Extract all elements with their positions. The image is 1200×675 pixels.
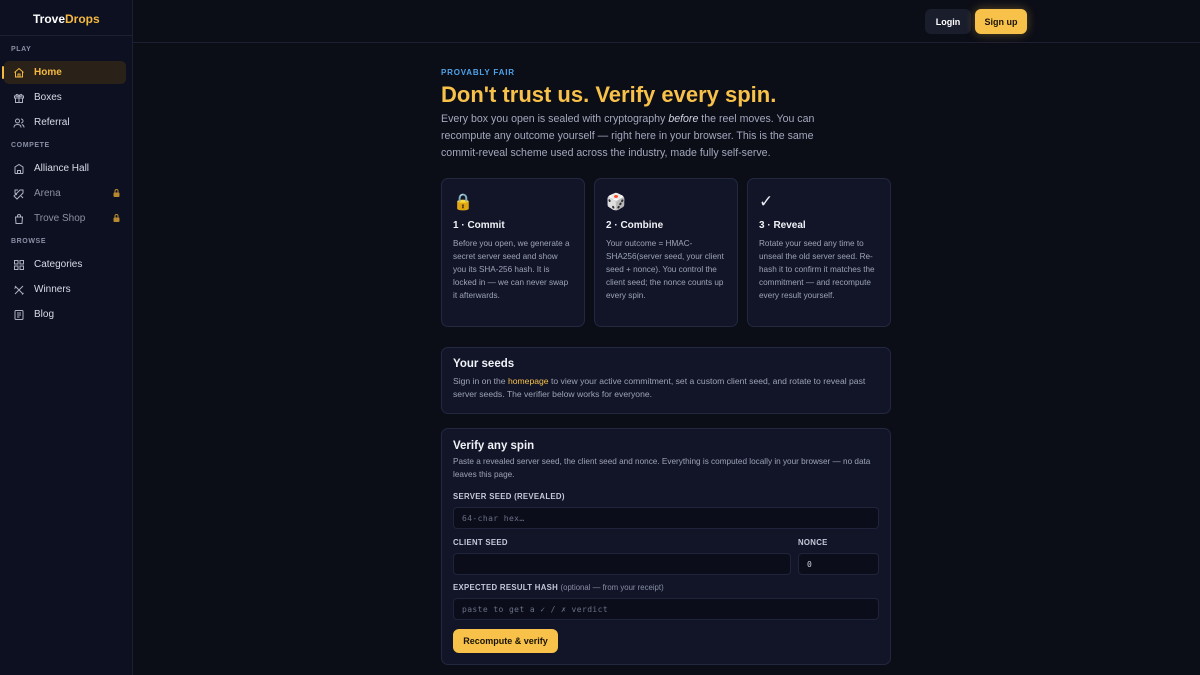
seeds-description: Sign in on the homepage to view your act… — [453, 375, 879, 401]
expected-hash-label-text: EXPECTED RESULT HASH — [453, 583, 559, 592]
sidebar-item-label: Winners — [34, 284, 71, 295]
shopping-bag-icon — [13, 213, 25, 225]
sidebar-item-label: Blog — [34, 309, 55, 320]
home-icon — [13, 67, 25, 79]
trophy-icon — [13, 284, 25, 296]
page-title: Don't trust us. Verify every spin. — [441, 82, 777, 107]
sidebar-item-arena[interactable]: Arena — [4, 182, 126, 205]
seeds-text-a: Sign in on the — [453, 376, 508, 386]
recompute-verify-button[interactable]: Recompute & verify — [453, 629, 558, 653]
sidebar-item-label: Categories — [34, 259, 83, 270]
homepage-link[interactable]: homepage — [508, 376, 549, 386]
intro-text-a: Every box you open is sealed with crypto… — [441, 113, 669, 125]
step-body: Rotate your seed any time to unseal the … — [759, 239, 875, 300]
your-seeds-panel: Your seeds Sign in on the homepage to vi… — [441, 347, 891, 414]
brand-logo[interactable]: TroveDrops — [0, 0, 132, 36]
sidebar-item-home[interactable]: Home — [2, 61, 126, 84]
login-button[interactable]: Login — [925, 9, 971, 34]
nonce-label: NONCE — [798, 538, 828, 547]
section-label-browse: BROWSE — [11, 238, 47, 245]
expected-hash-optional: (optional — from your receipt) — [560, 583, 664, 592]
sidebar-item-trove-shop[interactable]: Trove Shop — [4, 207, 126, 230]
lock-icon — [113, 214, 120, 222]
sidebar-item-label: Alliance Hall — [34, 163, 90, 174]
sidebar-item-label: Referral — [34, 117, 70, 128]
sidebar-item-label: Home — [34, 67, 62, 78]
step-body: Before you open, we generate a secret se… — [453, 239, 570, 300]
expected-hash-input[interactable]: paste to get a ✓ / ✗ verdict — [453, 598, 879, 620]
grid-icon — [13, 259, 25, 271]
client-seed-label: CLIENT SEED — [453, 538, 508, 547]
expected-hash-label: EXPECTED RESULT HASH (optional — from yo… — [453, 583, 664, 592]
sidebar-item-blog[interactable]: Blog — [4, 303, 126, 326]
sidebar-item-referral[interactable]: Referral — [4, 111, 126, 134]
step-title: 3 · Reveal — [759, 220, 806, 231]
dice-icon: 🎲 — [606, 194, 626, 211]
server-seed-input[interactable]: 64-char hex… — [453, 507, 879, 529]
client-seed-input[interactable] — [453, 553, 791, 575]
section-label-compete: COMPETE — [11, 142, 50, 149]
sidebar-item-label: Trove Shop — [34, 213, 86, 224]
lock-icon: 🔒 — [453, 194, 473, 211]
sidebar-item-boxes[interactable]: Boxes — [4, 86, 126, 109]
step-body: Your outcome = HMAC-SHA256(server seed, … — [606, 239, 724, 300]
step-card-combine: 🎲 2 · Combine Your outcome = HMAC-SHA256… — [594, 178, 738, 327]
sidebar: TroveDrops PLAY Home Boxes Referral COMP… — [0, 0, 133, 675]
verify-panel: Verify any spin Paste a revealed server … — [441, 428, 891, 665]
step-title: 2 · Combine — [606, 220, 664, 231]
top-bar: Login Sign up — [133, 0, 1200, 43]
nonce-input[interactable]: 0 — [798, 553, 879, 575]
signup-button[interactable]: Sign up — [975, 9, 1027, 34]
sidebar-item-categories[interactable]: Categories — [4, 253, 126, 276]
section-label-play: PLAY — [11, 46, 32, 53]
step-title: 1 · Commit — [453, 220, 505, 231]
intro-emphasis: before — [668, 113, 699, 125]
step-card-commit: 🔒 1 · Commit Before you open, we generat… — [441, 178, 585, 327]
steps-cards: 🔒 1 · Commit Before you open, we generat… — [441, 178, 891, 327]
brand-name-accent: Drops — [65, 12, 100, 26]
step-card-reveal: ✓ 3 · Reveal Rotate your seed any time t… — [747, 178, 891, 327]
swords-icon — [13, 188, 25, 200]
book-icon — [13, 309, 25, 321]
lock-icon — [113, 189, 120, 197]
check-icon: ✓ — [759, 192, 774, 211]
server-seed-label: SERVER SEED (REVEALED) — [453, 492, 565, 501]
page-eyebrow: PROVABLY FAIR — [441, 68, 515, 77]
users-icon — [13, 117, 25, 129]
page-intro: Every box you open is sealed with crypto… — [441, 111, 821, 162]
sidebar-item-label: Boxes — [34, 92, 62, 103]
verify-description: Paste a revealed server seed, the client… — [453, 457, 871, 479]
building-icon — [13, 163, 25, 175]
seeds-title: Your seeds — [453, 358, 515, 370]
verify-title: Verify any spin — [453, 440, 535, 452]
sidebar-item-label: Arena — [34, 188, 61, 199]
sidebar-item-winners[interactable]: Winners — [4, 278, 126, 301]
brand-name-primary: Trove — [33, 12, 66, 26]
sidebar-item-alliance-hall[interactable]: Alliance Hall — [4, 157, 126, 180]
gift-icon — [13, 92, 25, 104]
